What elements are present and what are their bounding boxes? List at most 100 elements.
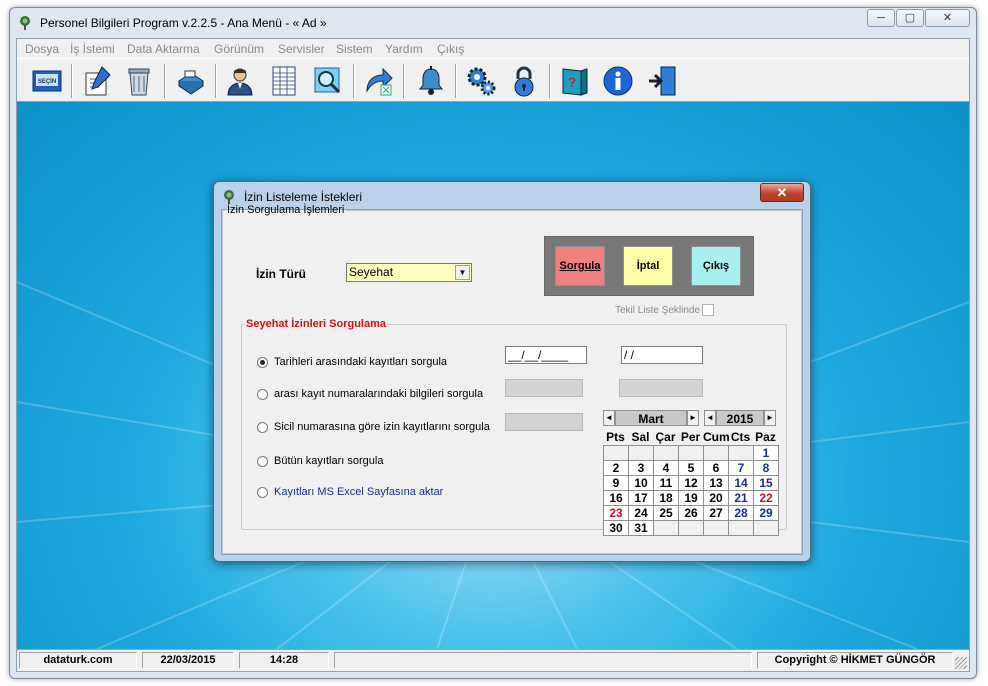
calendar-day[interactable]: 2 [604, 461, 629, 476]
calendar-day[interactable]: 16 [604, 491, 629, 506]
cikis-button[interactable]: Çıkış [691, 246, 741, 286]
calendar-day[interactable]: 22 [754, 491, 779, 506]
menu-is-istemi[interactable]: İş İstemi [70, 42, 115, 56]
bell-button[interactable] [413, 62, 449, 100]
option-butun-kayitlar[interactable]: Bütün kayıtları sorgula [257, 455, 383, 467]
izin-turu-select[interactable]: Seyehat ▼ [346, 263, 472, 282]
toolbar-separator [164, 64, 166, 98]
calendar-day-name: Paz [755, 430, 776, 444]
printer-button[interactable] [173, 62, 209, 100]
gears-button[interactable] [463, 62, 499, 100]
option-kayit-numaralari[interactable]: arası kayıt numaralarındaki bilgileri so… [257, 388, 483, 400]
menu-bar: Dosya İş İstemi Data Aktarma Görünüm Ser… [17, 39, 969, 58]
calendar-day[interactable]: 21 [729, 491, 754, 506]
radio-kayit-numaralari[interactable] [257, 388, 268, 400]
menu-cikis[interactable]: Çıkış [437, 42, 464, 56]
calendar-day[interactable]: 23 [604, 506, 629, 521]
search-button[interactable] [310, 62, 346, 100]
menu-yardim[interactable]: Yardım [385, 42, 423, 56]
calendar-day[interactable]: 13 [704, 476, 729, 491]
cikis-label: Çıkış [702, 260, 730, 272]
status-empty-panel [334, 652, 752, 669]
info-button[interactable] [600, 62, 636, 100]
tekil-liste-checkbox[interactable] [702, 304, 714, 316]
calendar-day[interactable]: 27 [704, 506, 729, 521]
export-button[interactable] [361, 62, 397, 100]
calendar-day[interactable]: 15 [754, 476, 779, 491]
close-button[interactable]: ✕ [925, 9, 970, 27]
menu-dosya[interactable]: Dosya [25, 42, 59, 56]
dialog-close-button[interactable]: ✕ [760, 183, 804, 202]
calendar-day[interactable]: 17 [629, 491, 654, 506]
recycle-bin-button[interactable] [121, 62, 157, 100]
toolbar: SEÇİN ? [17, 58, 969, 102]
radio-butun-kayitlar[interactable] [257, 455, 268, 467]
calendar-day[interactable]: 25 [654, 506, 679, 521]
kayit-no-from-input[interactable] [505, 379, 583, 397]
calendar-day[interactable]: 3 [629, 461, 654, 476]
calendar-day[interactable]: 5 [679, 461, 704, 476]
year-next-button[interactable]: ► [764, 410, 776, 426]
kayit-no-to-input[interactable] [619, 379, 703, 397]
select-book-button[interactable]: SEÇİN [29, 62, 65, 100]
calendar-day[interactable]: 26 [679, 506, 704, 521]
action-button-panel: Sorgula İptal Çıkış [544, 236, 754, 296]
edit-form-button[interactable] [80, 62, 116, 100]
help-book-button[interactable]: ? [557, 62, 593, 100]
option-sicil-numarasi[interactable]: Sicil numarasına göre izin kayıtlarını s… [257, 421, 490, 433]
option-excel-aktar[interactable]: Kayıtları MS Excel Sayfasına aktar [257, 486, 443, 498]
calendar-day[interactable]: 1 [754, 446, 779, 461]
radio-tarihleri[interactable] [257, 356, 268, 368]
izin-listeleme-dialog: İzin Listeleme İstekleri ✕ İzin Sorgulam… [213, 181, 811, 562]
users-button[interactable] [222, 62, 258, 100]
date-from-input[interactable]: __/__/____ [505, 346, 587, 364]
calendar-day[interactable]: 8 [754, 461, 779, 476]
calendar-day[interactable]: 12 [679, 476, 704, 491]
maximize-button[interactable]: ▢ [896, 9, 924, 27]
radio-sicil-numarasi[interactable] [257, 421, 268, 433]
calendar-day[interactable]: 4 [654, 461, 679, 476]
resize-grip[interactable] [955, 657, 967, 669]
dialog-body: İzin Sorgulama İşlemleri İzin Türü Seyeh… [221, 204, 803, 555]
calendar-day[interactable]: 9 [604, 476, 629, 491]
calendar-day[interactable]: 11 [654, 476, 679, 491]
year-prev-button[interactable]: ◄ [704, 410, 716, 426]
month-next-button[interactable]: ► [687, 410, 699, 426]
toolbar-separator [455, 64, 457, 98]
calendar-day[interactable]: 30 [604, 521, 629, 536]
main-window: Personel Bilgileri Program v.2.2.5 - Ana… [9, 7, 977, 679]
calendar-day[interactable]: 31 [629, 521, 654, 536]
spreadsheet-button[interactable] [266, 62, 302, 100]
month-prev-button[interactable]: ◄ [603, 410, 615, 426]
iptal-button[interactable]: İptal [623, 246, 673, 286]
menu-sistem[interactable]: Sistem [336, 42, 373, 56]
padlock-button[interactable] [506, 62, 542, 100]
sicil-no-input[interactable] [505, 413, 583, 431]
option-tarihleri[interactable]: Tarihleri arasındaki kayıtları sorgula [257, 356, 447, 368]
izin-turu-value: Seyehat [349, 265, 394, 279]
calendar-day[interactable]: 19 [679, 491, 704, 506]
calendar-day[interactable]: 10 [629, 476, 654, 491]
menu-data-aktarma[interactable]: Data Aktarma [127, 42, 200, 56]
status-site: dataturk.com [19, 652, 137, 669]
calendar-day[interactable]: 24 [629, 506, 654, 521]
radio-excel-aktar[interactable] [257, 486, 268, 498]
calendar-day[interactable]: 7 [729, 461, 754, 476]
date-to-input[interactable]: / / [621, 346, 703, 364]
calendar-day[interactable]: 14 [729, 476, 754, 491]
calendar-month[interactable]: Mart [615, 410, 687, 426]
calendar-year[interactable]: 2015 [716, 410, 764, 426]
title-bar[interactable]: Personel Bilgileri Program v.2.2.5 - Ana… [10, 8, 976, 38]
menu-servisler[interactable]: Servisler [278, 42, 325, 56]
calendar-day[interactable]: 6 [704, 461, 729, 476]
calendar-empty-cell [629, 446, 654, 461]
exit-door-button[interactable] [645, 62, 681, 100]
calendar-day[interactable]: 29 [754, 506, 779, 521]
calendar-day[interactable]: 18 [654, 491, 679, 506]
menu-gorunum[interactable]: Görünüm [214, 42, 264, 56]
chevron-down-icon[interactable]: ▼ [455, 265, 470, 280]
minimize-button[interactable]: ─ [867, 9, 895, 27]
calendar-day[interactable]: 20 [704, 491, 729, 506]
sorgula-button[interactable]: Sorgula [555, 246, 605, 286]
calendar-day[interactable]: 28 [729, 506, 754, 521]
